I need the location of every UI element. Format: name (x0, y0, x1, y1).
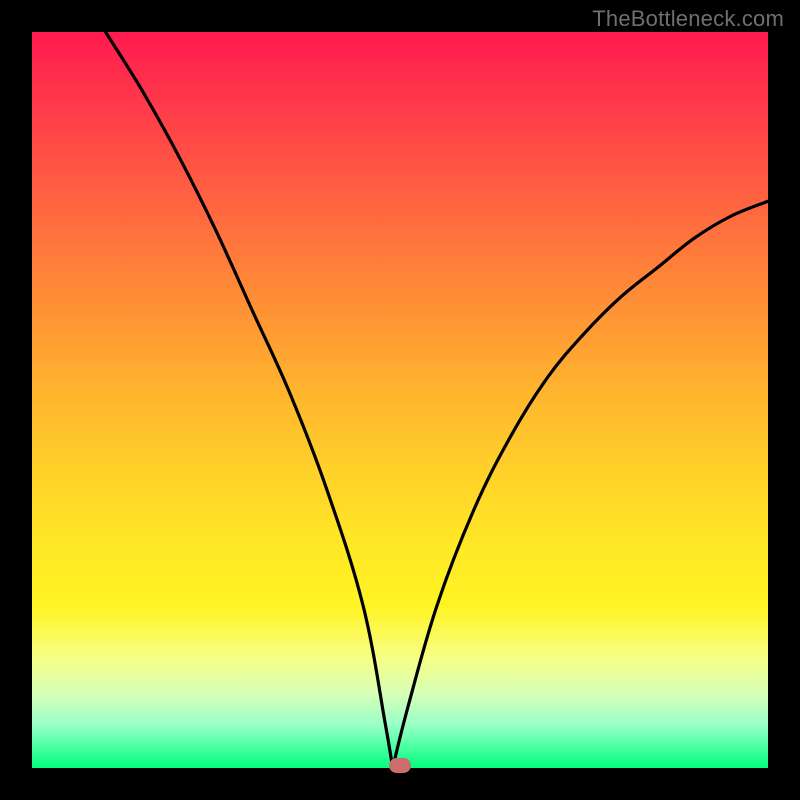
chart-frame: TheBottleneck.com (0, 0, 800, 800)
optimum-marker (389, 758, 411, 773)
bottleneck-curve (32, 32, 768, 768)
curve-path (106, 32, 768, 768)
watermark-text: TheBottleneck.com (592, 6, 784, 32)
